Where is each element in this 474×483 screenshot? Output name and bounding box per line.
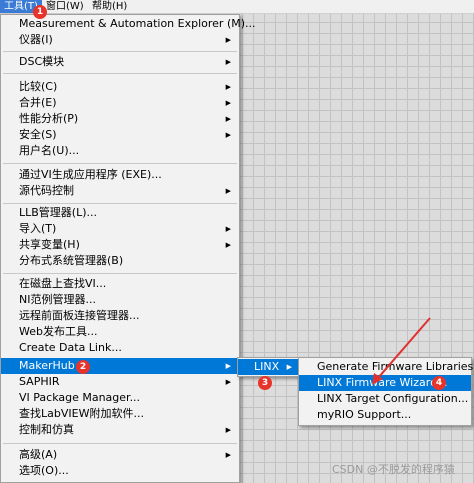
- step-badge: 2: [76, 360, 90, 374]
- annotation-arrow: [372, 317, 431, 385]
- step-badge: 3: [258, 376, 272, 390]
- watermark: CSDN @不脱发的程序猿: [332, 463, 455, 476]
- step-badge: 4: [432, 376, 446, 390]
- step-badge: 1: [33, 5, 47, 19]
